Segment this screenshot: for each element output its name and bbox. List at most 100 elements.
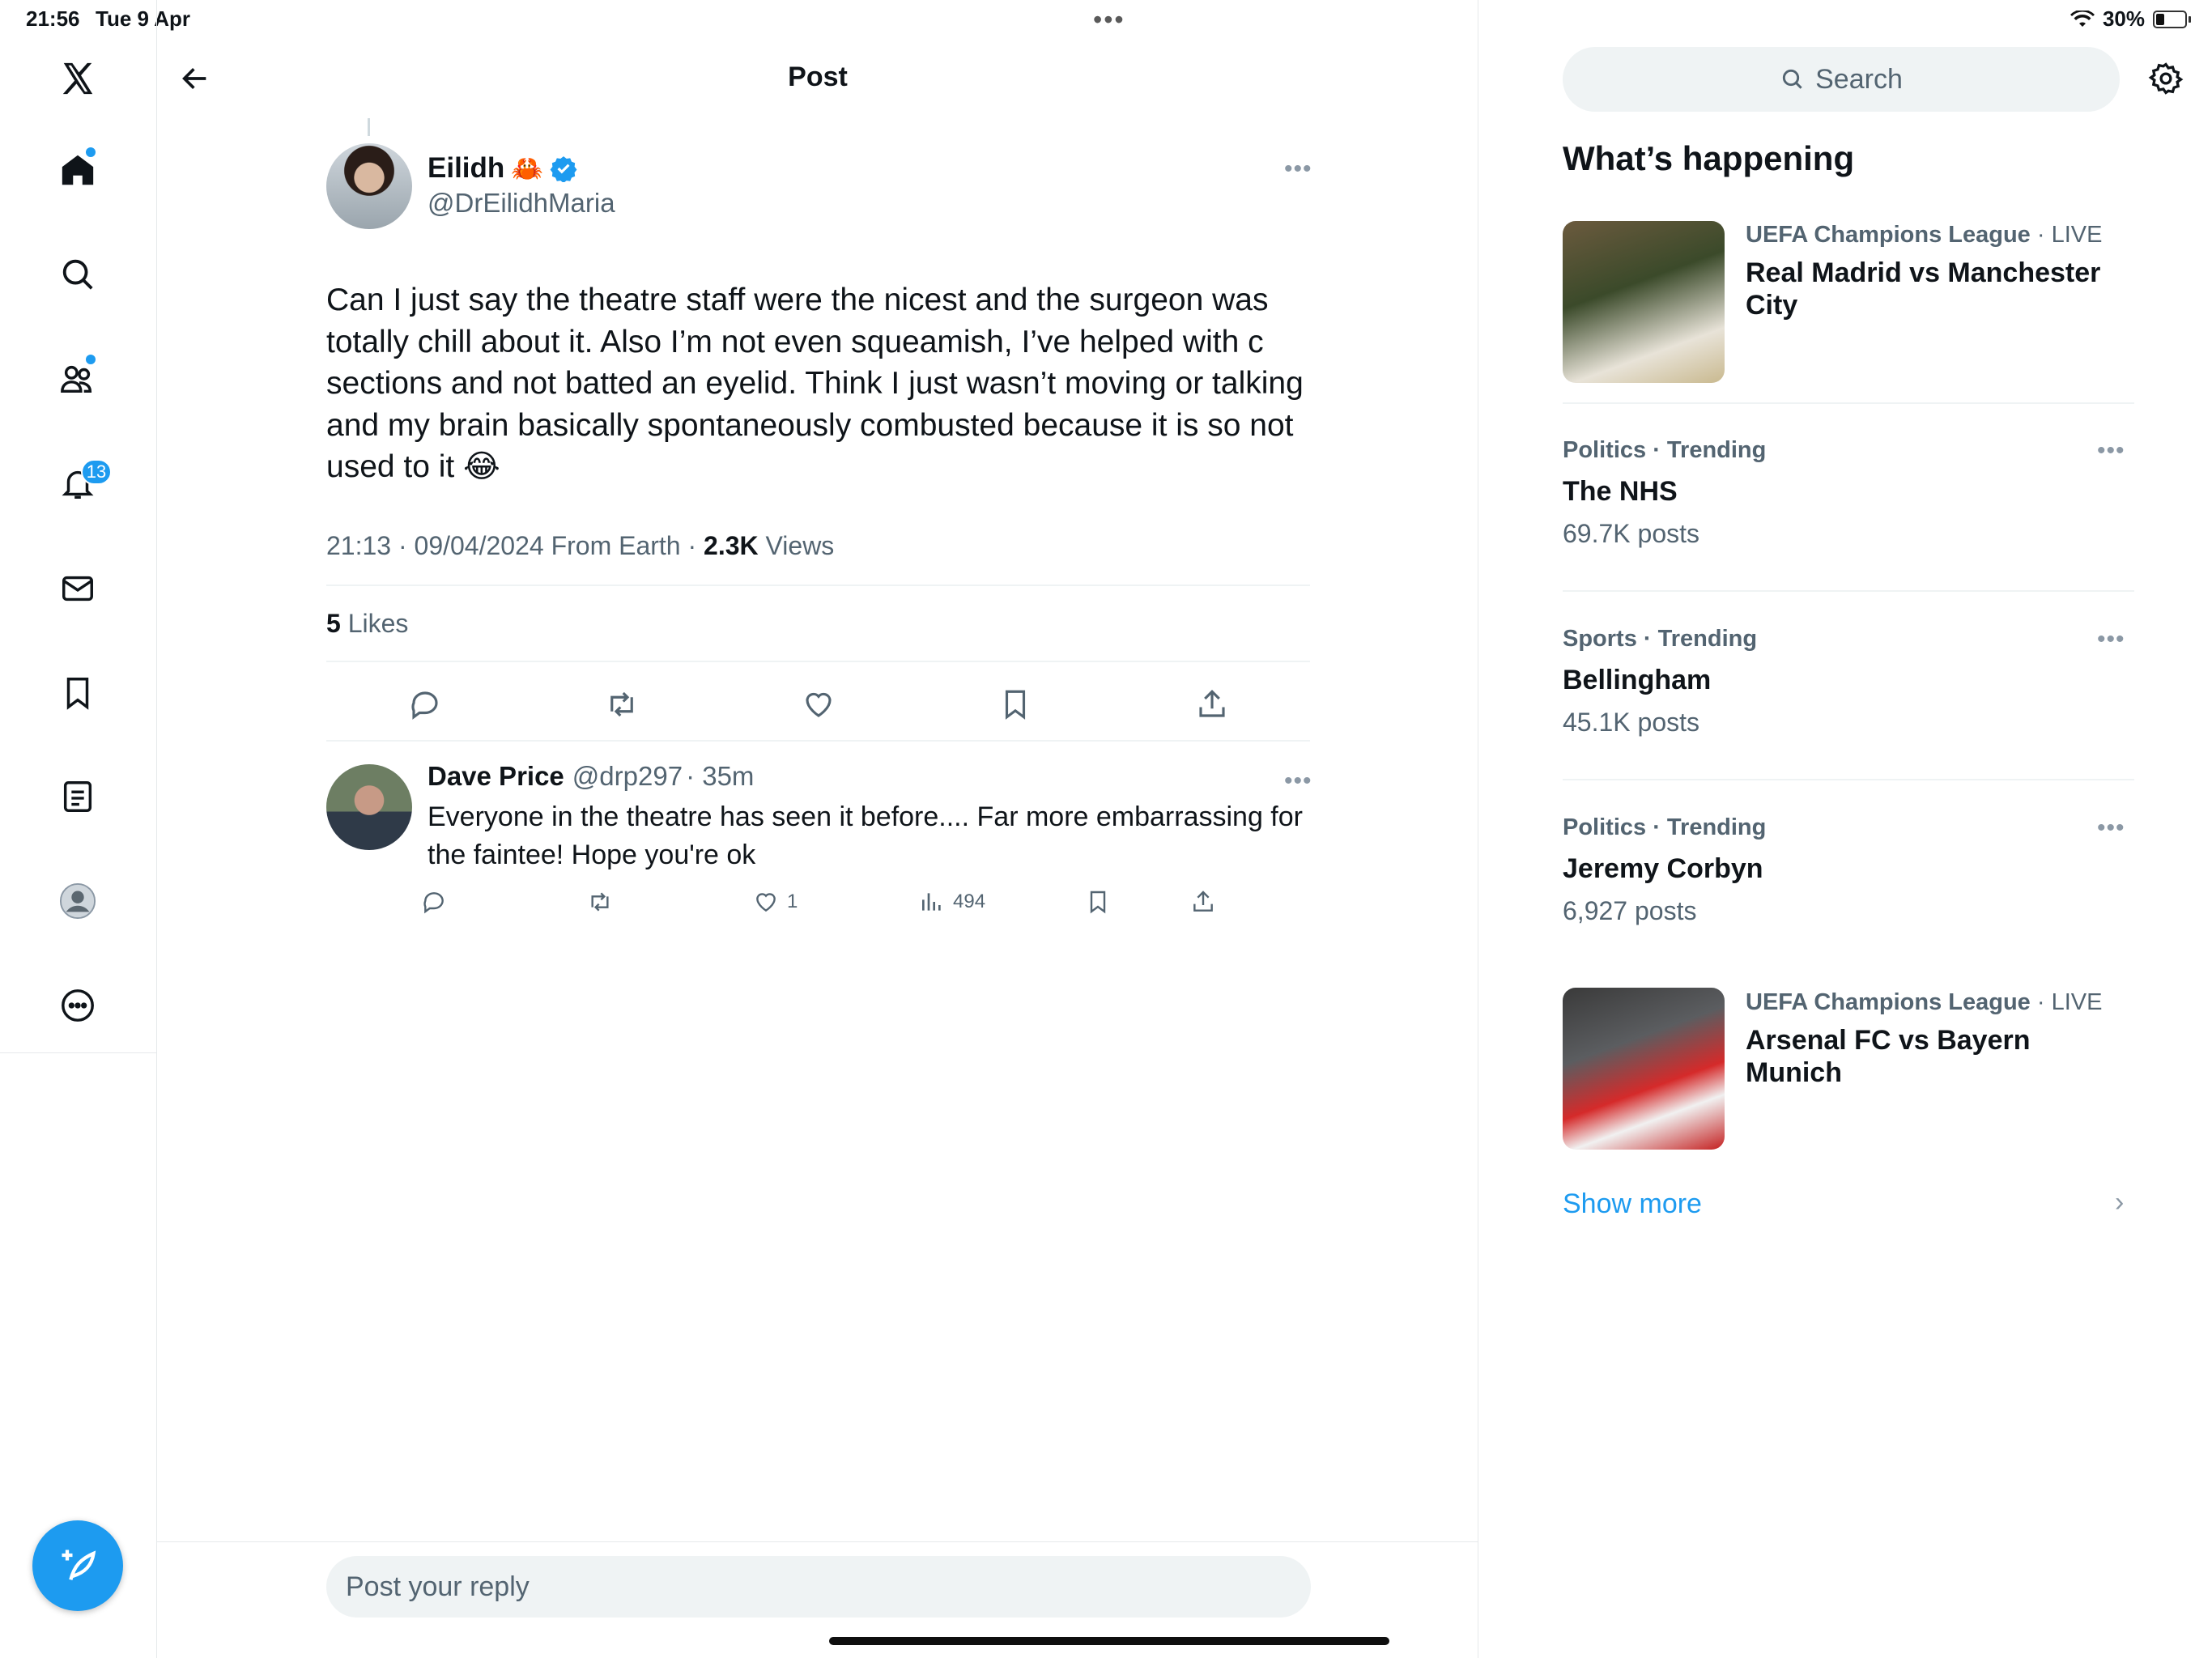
tweet-more-icon[interactable]: ••• xyxy=(1284,155,1312,183)
trend-post-count: 45.1K posts xyxy=(1563,708,1699,737)
gear-icon xyxy=(2148,62,2184,95)
trend-item[interactable]: Politics · Trending The NHS 69.7K posts xyxy=(1563,437,2134,549)
trend-more-icon[interactable]: ••• xyxy=(2097,626,2125,653)
battery-percent: 30% xyxy=(2102,6,2145,31)
show-more-link[interactable]: Show more xyxy=(1563,1188,1702,1220)
wifi-icon xyxy=(2069,10,2095,27)
compose-post-button[interactable] xyxy=(32,1520,123,1611)
divider xyxy=(326,661,1310,662)
search-icon xyxy=(1782,69,1802,89)
trend-item[interactable]: UEFA Champions League · LIVE Real Madrid… xyxy=(1746,222,2118,321)
trend-more-icon[interactable]: ••• xyxy=(2097,814,2125,842)
reply-more-icon[interactable]: ••• xyxy=(1284,767,1312,795)
whats-happening-title: What’s happening xyxy=(1563,139,1855,177)
settings-button[interactable] xyxy=(2146,58,2186,99)
author-emoji: 🦀 xyxy=(511,154,544,183)
chevron-right-icon[interactable]: › xyxy=(2115,1187,2124,1218)
reply-input[interactable] xyxy=(326,1556,1311,1618)
thread-line xyxy=(368,118,370,136)
trend-item[interactable]: UEFA Champions League · LIVE Arsenal FC … xyxy=(1746,989,2126,1089)
share-icon[interactable] xyxy=(1195,687,1229,721)
bookmark-icon[interactable] xyxy=(998,687,1032,721)
home-icon[interactable] xyxy=(50,142,105,198)
like-heart-icon[interactable] xyxy=(802,687,836,721)
author-name-row[interactable]: Eilidh 🦀 xyxy=(428,152,577,185)
search-placeholder: Search xyxy=(1815,63,1903,95)
bookmarks-icon[interactable] xyxy=(50,665,105,721)
home-dot-badge xyxy=(86,147,96,157)
trend-title: Bellingham xyxy=(1563,665,1712,695)
tweet-meta: 21:13 · 09/04/2024 From Earth · 2.3K Vie… xyxy=(326,531,834,561)
trend-item[interactable]: Politics · Trending Jeremy Corbyn 6,927 … xyxy=(1563,814,2134,926)
search-input[interactable]: Search xyxy=(1563,47,2120,112)
reply-view-count: 494 xyxy=(953,891,986,912)
search-icon[interactable] xyxy=(50,247,105,302)
divider xyxy=(1563,402,2134,404)
divider xyxy=(1563,590,2134,592)
trend-category: UEFA Champions League · LIVE xyxy=(1746,222,2103,248)
more-options-icon[interactable] xyxy=(50,978,105,1033)
author-avatar[interactable] xyxy=(326,143,412,229)
views-count: 2.3K xyxy=(704,531,759,560)
profile-avatar-icon[interactable] xyxy=(50,874,105,929)
divider xyxy=(326,585,1310,586)
communities-dot-badge xyxy=(86,355,96,364)
repost-icon[interactable] xyxy=(605,687,639,721)
bookmark-icon xyxy=(1090,891,1106,914)
reply-icon xyxy=(423,892,444,914)
like-heart-icon xyxy=(756,893,776,912)
reply-actions: 1 494 xyxy=(421,889,1231,915)
trend-item[interactable]: Sports · Trending Bellingham 45.1K posts xyxy=(1563,626,2134,738)
tweet-actions xyxy=(326,682,1310,727)
likes-row[interactable]: 5 Likes xyxy=(326,609,408,639)
trend-title: Real Madrid vs Manchester City xyxy=(1746,257,2101,321)
reply-author-name[interactable]: Dave Price xyxy=(428,761,564,792)
reply-text: Everyone in the theatre has seen it befo… xyxy=(428,801,1303,870)
trend-thumbnail[interactable] xyxy=(1563,221,1725,383)
notifications-count-badge: 13 xyxy=(81,459,112,485)
left-rail-divider xyxy=(0,1052,156,1053)
tweet-text: Can I just say the theatre staff were th… xyxy=(326,283,1304,484)
trend-title: The NHS xyxy=(1563,476,1678,507)
reply-views-button[interactable]: 494 xyxy=(919,889,1085,915)
page-title: Post xyxy=(788,62,848,92)
battery-icon xyxy=(2153,10,2187,28)
communities-icon[interactable] xyxy=(50,351,105,406)
status-right: 30% xyxy=(2069,6,2191,32)
repost-icon xyxy=(591,892,609,912)
home-indicator[interactable] xyxy=(829,1637,1389,1645)
reply-like-count: 1 xyxy=(787,891,798,912)
reply-author-avatar[interactable] xyxy=(326,764,412,850)
likes-count: 5 xyxy=(326,609,341,638)
reply-repost-button[interactable] xyxy=(587,889,753,915)
reply-header: Dave Price @drp297 · 35m xyxy=(428,761,754,792)
author-name[interactable]: Eilidh xyxy=(428,152,504,185)
reply-bookmark-button[interactable] xyxy=(1085,889,1190,915)
tweet-timestamp[interactable]: 21:13 · 09/04/2024 From Earth · xyxy=(326,531,704,560)
trend-category: Politics · Trending xyxy=(1563,437,1767,463)
reply-reply-button[interactable] xyxy=(421,889,587,915)
views-label: Views xyxy=(758,531,835,560)
lists-icon[interactable] xyxy=(50,769,105,824)
views-bar-chart-icon xyxy=(922,893,941,911)
trend-more-icon[interactable]: ••• xyxy=(2097,437,2125,465)
trend-category: UEFA Champions League · LIVE xyxy=(1746,989,2103,1015)
likes-label: Likes xyxy=(340,609,409,638)
battery-cap xyxy=(2189,15,2191,23)
reply-share-button[interactable] xyxy=(1190,889,1216,915)
trend-post-count: 69.7K posts xyxy=(1563,519,1699,548)
share-icon xyxy=(1193,891,1213,912)
reply-icon[interactable] xyxy=(408,687,442,721)
divider xyxy=(326,740,1310,742)
messages-envelope-icon[interactable] xyxy=(50,561,105,616)
trend-post-count: 6,927 posts xyxy=(1563,896,1697,925)
reply-author-handle[interactable]: @drp297 xyxy=(572,761,683,792)
verified-badge-icon xyxy=(550,156,577,182)
reply-like-button[interactable]: 1 xyxy=(753,889,919,915)
reply-box-divider xyxy=(156,1541,1478,1542)
notifications-bell-icon[interactable]: 13 xyxy=(50,456,112,511)
trend-category: Politics · Trending xyxy=(1563,814,1767,840)
trend-thumbnail[interactable] xyxy=(1563,988,1725,1150)
reply-time[interactable]: · 35m xyxy=(686,761,754,792)
author-handle[interactable]: @DrEilidhMaria xyxy=(428,188,615,219)
